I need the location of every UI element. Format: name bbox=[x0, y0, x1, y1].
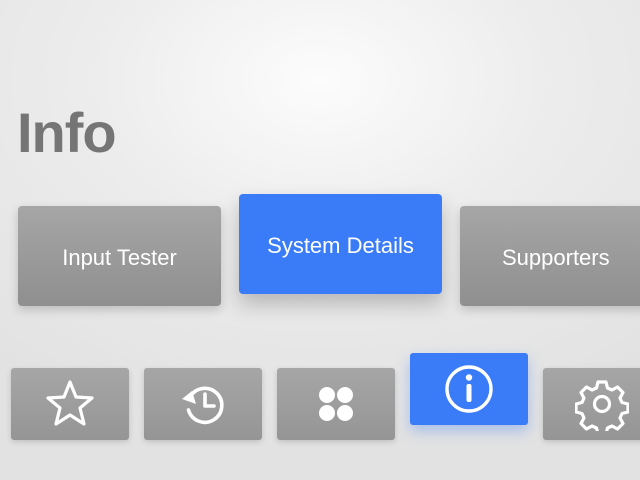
history-icon bbox=[176, 377, 230, 431]
nav-settings-button[interactable] bbox=[543, 368, 640, 440]
nav-history-button[interactable] bbox=[144, 368, 262, 440]
input-tester-label: Input Tester bbox=[62, 245, 177, 270]
supporters-label: Supporters bbox=[502, 245, 610, 270]
info-icon bbox=[442, 362, 496, 416]
apps-grid-icon bbox=[309, 377, 363, 431]
nav-favorites-button[interactable] bbox=[11, 368, 129, 440]
nav-apps-button[interactable] bbox=[277, 368, 395, 440]
system-details-button[interactable]: System Details bbox=[239, 194, 442, 294]
input-tester-button[interactable]: Input Tester bbox=[18, 206, 221, 306]
star-icon bbox=[43, 377, 97, 431]
gear-icon bbox=[575, 377, 629, 431]
system-details-label: System Details bbox=[267, 233, 414, 258]
page-title: Info bbox=[17, 101, 117, 164]
nav-info-button[interactable] bbox=[410, 353, 528, 425]
supporters-button[interactable]: Supporters bbox=[460, 206, 640, 306]
